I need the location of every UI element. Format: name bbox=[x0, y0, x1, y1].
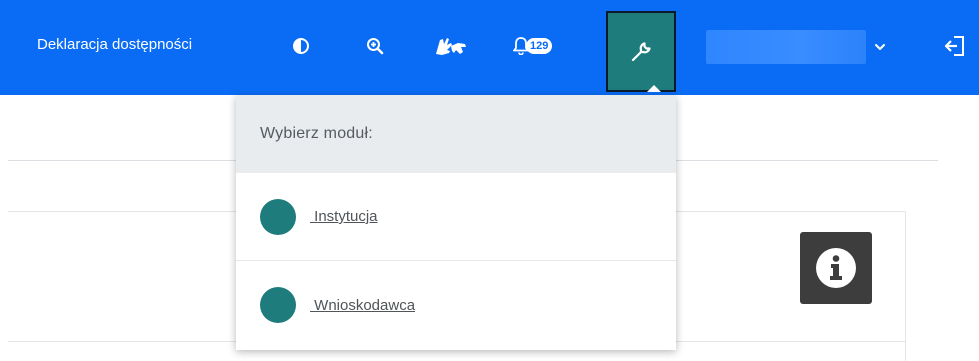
notifications-count-badge: 129 bbox=[526, 38, 553, 54]
module-item-instytucja[interactable]: Instytucja bbox=[236, 173, 676, 261]
sign-language-icon[interactable] bbox=[433, 32, 469, 60]
user-select[interactable] bbox=[706, 30, 866, 64]
module-item-label[interactable]: Wnioskodawca bbox=[310, 297, 415, 314]
contrast-icon[interactable] bbox=[291, 32, 311, 60]
module-dropdown: Wybierz moduł: Instytucja Wnioskodawca bbox=[236, 95, 676, 350]
module-item-label[interactable]: Instytucja bbox=[310, 208, 377, 225]
dropdown-caret bbox=[647, 85, 661, 92]
zoom-in-icon[interactable] bbox=[364, 32, 386, 60]
top-navigation-bar: Deklaracja dostępności 129 bbox=[0, 0, 979, 95]
info-button[interactable] bbox=[800, 232, 872, 304]
logout-icon[interactable] bbox=[944, 34, 966, 58]
info-icon bbox=[816, 248, 856, 288]
accessibility-declaration-link[interactable]: Deklaracja dostępności bbox=[37, 36, 192, 53]
chevron-down-icon[interactable] bbox=[872, 38, 888, 56]
wrench-icon bbox=[631, 41, 651, 61]
module-dropdown-header: Wybierz moduł: bbox=[236, 95, 676, 173]
notifications-button[interactable]: 129 bbox=[513, 32, 583, 60]
module-dot-icon bbox=[260, 198, 296, 235]
module-item-wnioskodawca[interactable]: Wnioskodawca bbox=[236, 261, 676, 349]
module-switch-button[interactable] bbox=[606, 11, 676, 92]
module-dot-icon bbox=[260, 287, 296, 323]
